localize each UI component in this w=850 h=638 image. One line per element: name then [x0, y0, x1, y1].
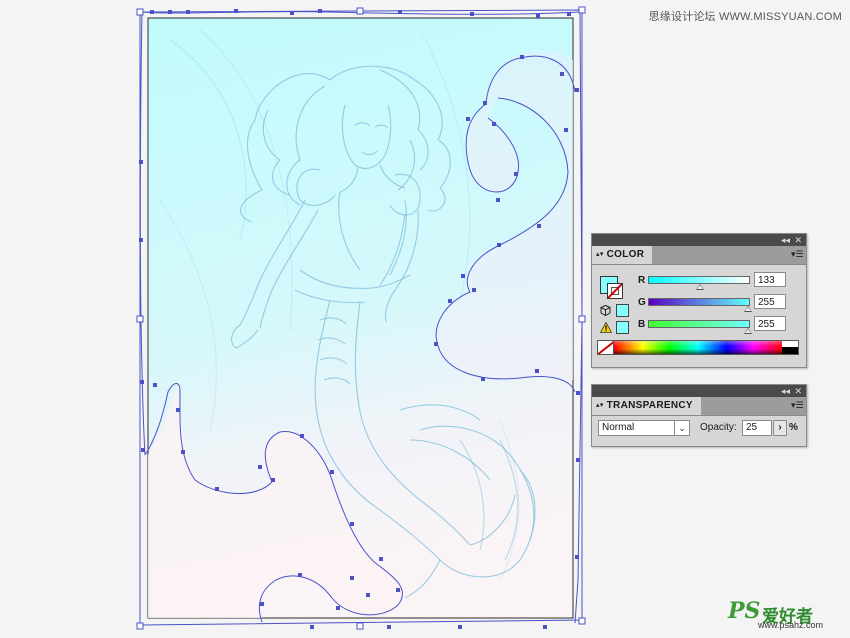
panel-titlebar[interactable]: ◂◂ ✕: [592, 385, 806, 397]
chevron-down-icon[interactable]: ⌄: [674, 421, 689, 435]
channel-r-label: R: [638, 275, 646, 286]
channel-b-input[interactable]: 255: [754, 316, 786, 331]
channel-r-thumb[interactable]: [696, 284, 704, 290]
channel-r-input[interactable]: 133: [754, 272, 786, 287]
black-swatch[interactable]: [782, 347, 798, 354]
channel-b-slider[interactable]: [648, 320, 750, 328]
close-icon[interactable]: ✕: [794, 385, 802, 397]
channel-r-slider[interactable]: [648, 276, 750, 284]
gamut-swatch[interactable]: [616, 321, 629, 334]
updown-icon: ▴▾: [596, 402, 604, 409]
menu-icon[interactable]: ▾☰: [791, 400, 804, 411]
transparency-panel-title: TRANSPARENCY: [606, 400, 693, 411]
color-tab-row: ▴▾ COLOR ▾☰: [592, 246, 806, 265]
color-panel: ◂◂ ✕ ▴▾ COLOR ▾☰ R 133 G 255 B 255: [591, 233, 807, 368]
tab-color[interactable]: ▴▾ COLOR: [592, 246, 653, 264]
channel-g-input[interactable]: 255: [754, 294, 786, 309]
transparency-tab-row: ▴▾ TRANSPARENCY ▾☰: [592, 397, 806, 416]
stroke-swatch[interactable]: [607, 283, 623, 299]
watermark-url: www.psahz.com: [758, 620, 824, 630]
warning-icon[interactable]: [600, 322, 612, 333]
panel-titlebar[interactable]: ◂◂ ✕: [592, 234, 806, 246]
color-panel-title: COLOR: [606, 249, 645, 260]
double-arrow-icon[interactable]: ◂◂: [781, 385, 790, 397]
watermark-logo: PS: [728, 598, 761, 624]
spectrum-gradient[interactable]: [614, 341, 782, 354]
color-spectrum-bar[interactable]: [597, 340, 799, 355]
channel-g-thumb[interactable]: [744, 306, 752, 312]
channel-b-label: B: [638, 319, 646, 330]
channel-b-thumb[interactable]: [744, 328, 752, 334]
watermark-bottom: PS 爱好者 www.psahz.com: [728, 598, 838, 632]
close-icon[interactable]: ✕: [794, 234, 802, 246]
cube-icon[interactable]: [600, 305, 611, 316]
blend-mode-select[interactable]: Normal ⌄: [598, 420, 690, 436]
none-color-icon[interactable]: [598, 341, 614, 354]
channel-g-slider[interactable]: [648, 298, 750, 306]
double-arrow-icon[interactable]: ◂◂: [781, 234, 790, 246]
opacity-popup-button[interactable]: ›: [773, 420, 787, 436]
opacity-unit: %: [789, 422, 798, 433]
blend-mode-value: Normal: [602, 422, 635, 433]
transparency-panel: ◂◂ ✕ ▴▾ TRANSPARENCY ▾☰ Normal ⌄ Opacity:…: [591, 384, 807, 447]
menu-icon[interactable]: ▾☰: [791, 249, 804, 260]
tab-transparency[interactable]: ▴▾ TRANSPARENCY: [592, 397, 701, 415]
watermark-top: 思缘设计论坛 WWW.MISSYUAN.COM: [648, 11, 842, 23]
web-safe-swatch[interactable]: [616, 304, 629, 317]
opacity-label: Opacity:: [700, 422, 737, 433]
opacity-input[interactable]: 25: [742, 420, 772, 436]
updown-icon: ▴▾: [596, 251, 604, 258]
channel-g-label: G: [638, 297, 646, 308]
